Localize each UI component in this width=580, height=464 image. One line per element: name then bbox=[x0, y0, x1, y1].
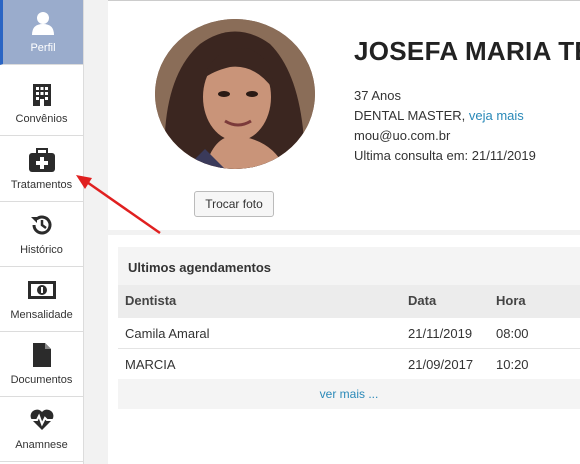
table-row: MARCIA 21/09/2017 10:20 bbox=[118, 349, 580, 380]
building-icon bbox=[0, 81, 83, 107]
plan-details-link[interactable]: veja mais bbox=[469, 108, 524, 123]
header-dentist: Dentista bbox=[125, 293, 177, 308]
sidebar: Perfil Convênios Tratamentos Histórico M… bbox=[0, 0, 84, 464]
sidebar-item-label: Mensalidade bbox=[10, 309, 73, 321]
page-gutter bbox=[84, 0, 108, 464]
see-more-link[interactable]: ver mais ... bbox=[118, 379, 580, 409]
change-photo-button[interactable]: Trocar foto bbox=[194, 191, 274, 217]
document-icon bbox=[0, 342, 83, 368]
sidebar-item-label: Tratamentos bbox=[10, 179, 73, 191]
cell-time: 10:20 bbox=[496, 357, 529, 372]
patient-name: JOSEFA MARIA TEXEIRA bbox=[354, 36, 580, 66]
patient-email: mou@uo.com.br bbox=[354, 128, 451, 143]
sidebar-item-label: Convênios bbox=[15, 113, 68, 125]
medical-kit-icon bbox=[0, 147, 83, 173]
profile-card: Trocar foto JOSEFA MARIA TEXEIRA 37 Anos… bbox=[108, 0, 580, 230]
sidebar-item-mensalidade[interactable]: Mensalidade bbox=[0, 267, 83, 332]
header-time: Hora bbox=[496, 293, 526, 308]
profile-photo bbox=[155, 19, 315, 169]
sidebar-item-tratamentos[interactable]: Tratamentos bbox=[0, 137, 83, 202]
sidebar-item-documentos[interactable]: Documentos bbox=[0, 332, 83, 397]
appointments-panel: Ultimos agendamentos Dentista Data Hora … bbox=[108, 235, 580, 464]
patient-age: 37 Anos bbox=[354, 88, 401, 103]
cell-time: 08:00 bbox=[496, 326, 529, 341]
table-header: Dentista Data Hora bbox=[118, 285, 580, 318]
patient-plan: DENTAL MASTER, veja mais bbox=[354, 108, 524, 123]
sidebar-item-perfil[interactable]: Perfil bbox=[0, 0, 83, 65]
header-date: Data bbox=[408, 293, 437, 308]
table-row: Camila Amaral 21/11/2019 08:00 bbox=[118, 318, 580, 349]
heartbeat-icon bbox=[0, 407, 83, 433]
cell-date: 21/09/2017 bbox=[408, 357, 474, 372]
money-icon bbox=[0, 277, 83, 303]
cell-dentist: MARCIA bbox=[125, 357, 176, 372]
history-icon bbox=[0, 212, 83, 238]
cell-dentist: Camila Amaral bbox=[125, 326, 210, 341]
sidebar-item-label: Anamnese bbox=[15, 439, 68, 451]
user-icon bbox=[3, 10, 83, 36]
plan-name: DENTAL MASTER, bbox=[354, 108, 466, 123]
last-visit: Ultima consulta em: 21/11/2019 bbox=[354, 148, 536, 163]
appointments-table: Ultimos agendamentos Dentista Data Hora … bbox=[118, 247, 580, 409]
sidebar-item-label: Perfil bbox=[30, 42, 56, 54]
sidebar-item-label: Histórico bbox=[20, 244, 63, 256]
sidebar-item-historico[interactable]: Histórico bbox=[0, 202, 83, 267]
sidebar-item-convenios[interactable]: Convênios bbox=[0, 71, 83, 136]
sidebar-item-anamnese[interactable]: Anamnese bbox=[0, 397, 83, 462]
appointments-title: Ultimos agendamentos bbox=[118, 247, 580, 285]
sidebar-item-label: Documentos bbox=[10, 374, 73, 386]
cell-date: 21/11/2019 bbox=[408, 326, 473, 341]
